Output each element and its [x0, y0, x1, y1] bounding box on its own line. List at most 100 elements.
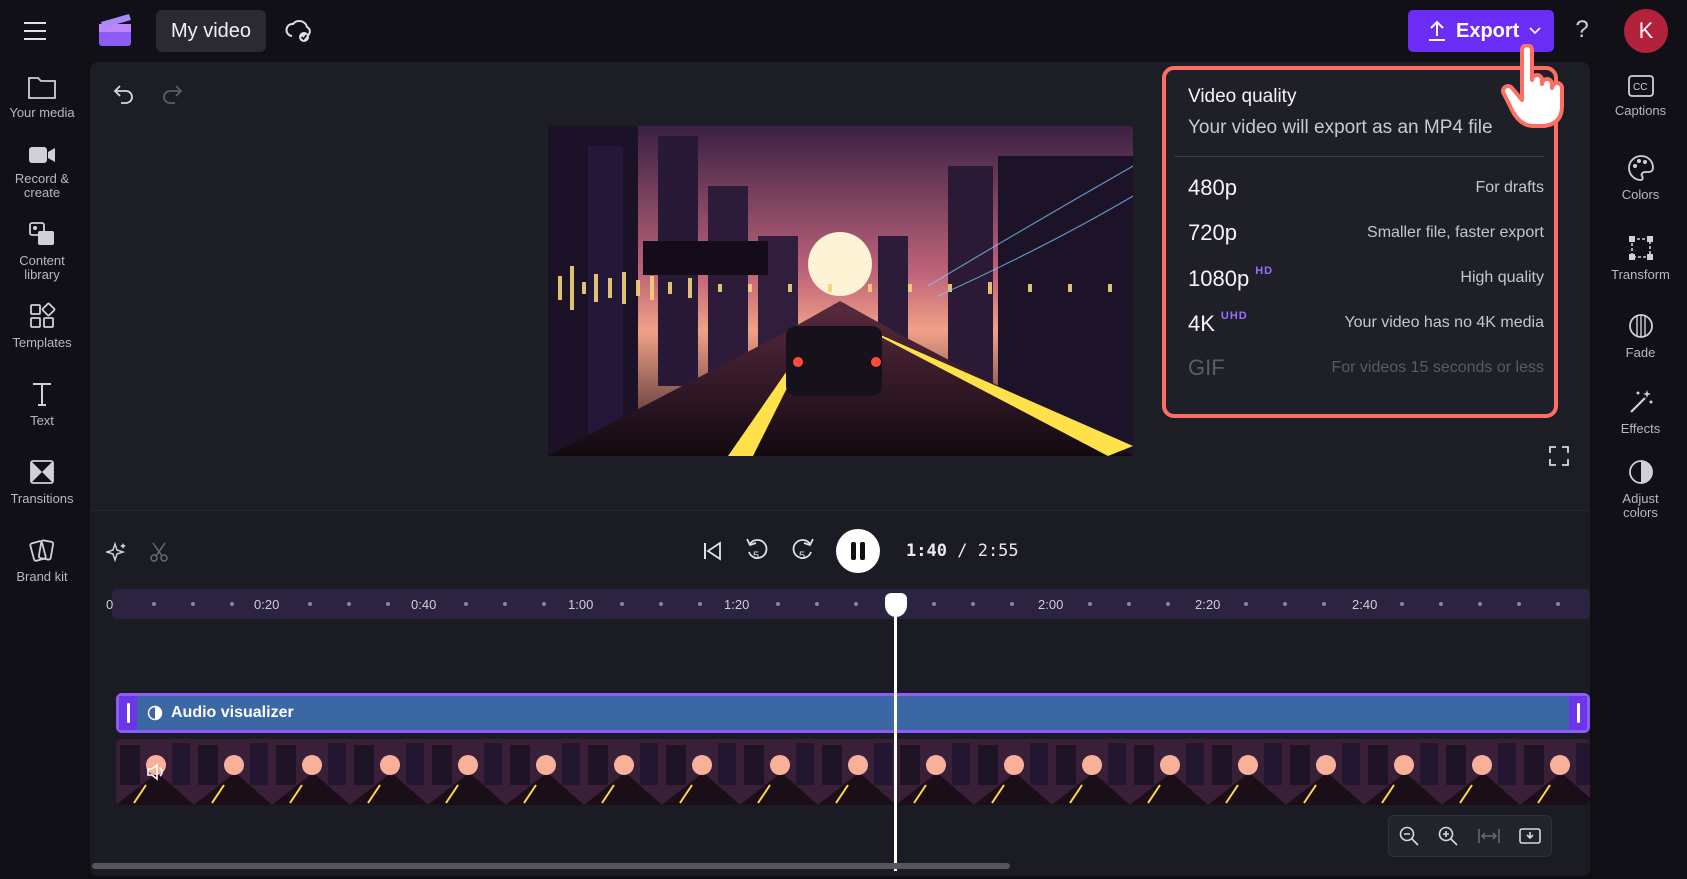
- sidebar-item-brand-kit[interactable]: Brand kit: [0, 536, 84, 584]
- undo-icon[interactable]: [112, 82, 136, 106]
- forward-5-button[interactable]: 5: [790, 536, 816, 566]
- current-time: 1:40: [906, 541, 947, 561]
- ruler-tick: [1517, 602, 1521, 606]
- project-title[interactable]: My video: [156, 10, 266, 52]
- quality-resolution: 480p: [1188, 175, 1237, 200]
- templates-icon: [30, 302, 56, 328]
- ruler-tick: [386, 602, 390, 606]
- filmstrip-frame: [1130, 739, 1208, 805]
- playhead-handle[interactable]: [885, 593, 907, 617]
- sidebar-item-label: Brand kit: [16, 569, 68, 584]
- half-circle-icon: [147, 705, 163, 721]
- timeline-expand-icon[interactable]: [1518, 826, 1542, 846]
- ruler-tick: [971, 602, 975, 606]
- filmstrip-frame: [350, 739, 428, 805]
- help-icon[interactable]: ?: [1570, 16, 1594, 46]
- filmstrip-frame: [818, 739, 896, 805]
- skip-to-start-icon[interactable]: [700, 539, 724, 563]
- ruler-tick: [1478, 602, 1482, 606]
- sidebar-item-captions[interactable]: CC Captions: [1594, 74, 1687, 118]
- pause-button[interactable]: [836, 529, 880, 573]
- zoom-out-icon[interactable]: [1398, 825, 1420, 847]
- adjust-colors-icon: [1628, 460, 1653, 484]
- playhead[interactable]: [894, 607, 897, 871]
- fullscreen-icon[interactable]: [1548, 445, 1570, 467]
- ruler-tick: [1088, 602, 1092, 606]
- cloud-saved-icon[interactable]: [284, 16, 314, 46]
- sidebar-item-label: Adjust colors: [1622, 491, 1659, 520]
- timeline-ruler[interactable]: 0 0:20 0:40 1:00 1:20 2:00 2:20 2:40: [106, 589, 1590, 619]
- scissors-icon[interactable]: [148, 541, 170, 563]
- sidebar-item-transform[interactable]: Transform: [1594, 234, 1687, 282]
- video-quality-panel: Video quality Your video will export as …: [1162, 66, 1558, 418]
- filmstrip-frame: [1442, 739, 1520, 805]
- panel-subtitle: Your video will export as an MP4 file: [1188, 117, 1493, 138]
- filmstrip-frame: [1364, 739, 1442, 805]
- sidebar-item-colors[interactable]: Colors: [1594, 154, 1687, 202]
- ruler-tick: [815, 602, 819, 606]
- rewind-5-button[interactable]: 5: [744, 536, 770, 566]
- sidebar-item-label: Fade: [1625, 345, 1656, 360]
- ruler-tick: [1556, 602, 1560, 606]
- ruler-tick: [464, 602, 468, 606]
- sidebar-item-label: Templates: [12, 335, 72, 350]
- redo-icon[interactable]: [160, 82, 184, 106]
- quality-resolution: 4K UHD: [1188, 309, 1248, 336]
- zoom-in-icon[interactable]: [1437, 825, 1459, 847]
- ruler-tick: [854, 602, 858, 606]
- sidebar-item-templates[interactable]: Templates: [0, 302, 84, 350]
- filmstrip-frame: [428, 739, 506, 805]
- video-preview[interactable]: [548, 126, 1133, 456]
- sidebar-item-record-create[interactable]: Record & create: [0, 144, 84, 200]
- playback-controls: 5 5 1:40 / 2:55: [700, 527, 1019, 575]
- filmstrip-frame: [974, 739, 1052, 805]
- quality-resolution: 1080p HD: [1188, 264, 1274, 291]
- sidebar-item-effects[interactable]: Effects: [1594, 388, 1687, 436]
- brand-kit-icon: [29, 539, 55, 562]
- sidebar-item-label: Effects: [1620, 421, 1661, 436]
- filmstrip-frame: [662, 739, 740, 805]
- transform-icon: [1628, 236, 1653, 260]
- quality-description: For drafts: [1475, 179, 1544, 196]
- ruler-tick: [347, 602, 351, 606]
- sidebar-item-text[interactable]: Text: [0, 380, 84, 428]
- sparkle-icon[interactable]: [106, 541, 128, 563]
- ruler-tick-label: 2:20: [1195, 597, 1221, 612]
- chevron-down-icon: [1529, 27, 1541, 35]
- trim-handle-left[interactable]: [119, 696, 137, 730]
- svg-text:CC: CC: [1633, 82, 1647, 93]
- text-icon: [33, 383, 51, 406]
- pause-icon: [851, 542, 865, 560]
- fit-to-width-icon[interactable]: [1477, 827, 1501, 845]
- ruler-tick: [776, 602, 780, 606]
- quality-description: Smaller file, faster export: [1367, 224, 1544, 241]
- quality-option-1080p[interactable]: 1080p HD High quality: [1188, 258, 1544, 298]
- quality-option-4k[interactable]: 4K UHD Your video has no 4K media: [1188, 303, 1544, 343]
- sidebar-item-transitions[interactable]: Transitions: [0, 458, 84, 506]
- avatar[interactable]: K: [1624, 9, 1668, 53]
- ruler-tick: [1322, 602, 1326, 606]
- right-sidebar: CC Captions Colors Transform Fade Effect…: [1594, 62, 1687, 879]
- sidebar-item-content-library[interactable]: Content library: [0, 220, 84, 282]
- ruler-tick: [191, 602, 195, 606]
- uhd-badge: UHD: [1220, 309, 1248, 322]
- clipchamp-logo-icon: [99, 14, 131, 46]
- menu-icon[interactable]: [22, 18, 50, 44]
- trim-handle-right[interactable]: [1569, 696, 1587, 730]
- sidebar-item-fade[interactable]: Fade: [1594, 312, 1687, 360]
- panel-title: Video quality: [1188, 86, 1297, 107]
- ruler-tick-label: 0:20: [254, 597, 280, 612]
- ruler-tick-label: 1:20: [724, 597, 750, 612]
- ruler-tick: [1166, 602, 1170, 606]
- audio-visualizer-track[interactable]: Audio visualizer: [116, 693, 1590, 733]
- sidebar-item-your-media[interactable]: Your media: [0, 74, 84, 120]
- quality-option-480p[interactable]: 480p For drafts: [1188, 168, 1544, 208]
- video-clip-track[interactable]: [116, 739, 1590, 805]
- volume-icon[interactable]: [146, 763, 166, 781]
- ruler-tick: [542, 602, 546, 606]
- quality-option-720p[interactable]: 720p Smaller file, faster export: [1188, 213, 1544, 253]
- ruler-tick: [659, 602, 663, 606]
- horizontal-scrollbar[interactable]: [92, 863, 1010, 869]
- export-label: Export: [1456, 19, 1520, 42]
- sidebar-item-adjust-colors[interactable]: Adjust colors: [1594, 458, 1687, 520]
